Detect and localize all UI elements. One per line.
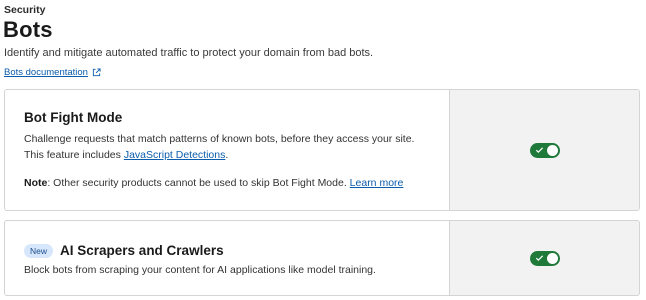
ai-scrapers-toggle[interactable] bbox=[529, 250, 560, 266]
page-subtitle: Identify and mitigate automated traffic … bbox=[4, 47, 374, 59]
new-badge: New bbox=[24, 243, 54, 258]
bot-fight-mode-desc-end: . bbox=[225, 148, 229, 161]
ai-scrapers-description: Block bots from scraping your content fo… bbox=[24, 264, 376, 276]
bot-fight-mode-card: Bot Fight Mode Challenge requests that m… bbox=[4, 89, 640, 211]
check-icon bbox=[535, 146, 543, 153]
note-text: : Other security products cannot be used… bbox=[47, 177, 350, 189]
ai-scrapers-toggle-panel bbox=[450, 221, 639, 295]
bots-documentation-link[interactable]: Bots documentation bbox=[4, 67, 101, 78]
bot-fight-mode-note: Note: Other security products cannot be … bbox=[24, 177, 403, 189]
check-icon bbox=[535, 254, 543, 261]
page-title: Bots bbox=[3, 17, 53, 42]
ai-scrapers-title: AI Scrapers and Crawlers bbox=[60, 243, 224, 258]
bot-fight-mode-content: Bot Fight Mode Challenge requests that m… bbox=[5, 90, 450, 210]
toggle-knob bbox=[546, 144, 558, 156]
ai-scrapers-card: New AI Scrapers and Crawlers Block bots … bbox=[4, 220, 640, 296]
toggle-knob bbox=[546, 252, 558, 264]
bot-fight-mode-toggle[interactable] bbox=[529, 142, 560, 158]
external-link-icon bbox=[92, 68, 101, 77]
note-label: Note bbox=[24, 177, 48, 189]
section-eyebrow: Security bbox=[4, 4, 46, 16]
learn-more-link[interactable]: Learn more bbox=[350, 177, 404, 189]
javascript-detections-link[interactable]: JavaScript Detections bbox=[124, 149, 226, 161]
bots-documentation-label: Bots documentation bbox=[4, 67, 88, 78]
bots-page: Security Bots Identify and mitigate auto… bbox=[0, 0, 646, 300]
ai-scrapers-content: New AI Scrapers and Crawlers Block bots … bbox=[5, 221, 450, 295]
bot-fight-mode-title: Bot Fight Mode bbox=[24, 110, 123, 125]
bot-fight-mode-toggle-panel bbox=[450, 90, 639, 210]
ai-scrapers-title-row: New AI Scrapers and Crawlers bbox=[24, 243, 224, 258]
bot-fight-mode-description: Challenge requests that match patterns o… bbox=[24, 132, 434, 163]
